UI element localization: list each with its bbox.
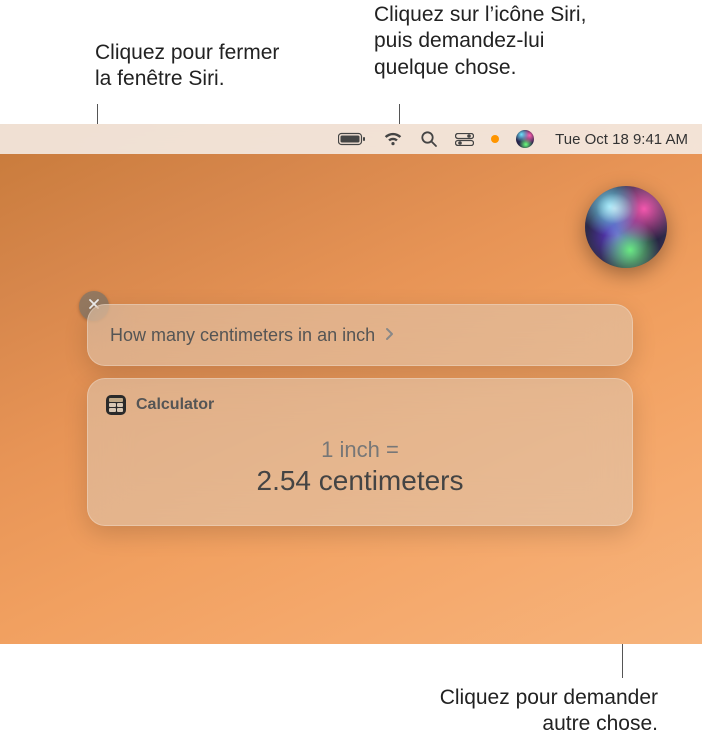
spotlight-icon[interactable]: [420, 130, 438, 148]
callout-ask-again-text: Cliquez pour demander autre chose.: [440, 685, 658, 738]
wifi-icon[interactable]: [383, 132, 403, 147]
conversion-result: 1 inch = 2.54 centimeters: [106, 437, 614, 497]
conversion-to: 2.54 centimeters: [106, 465, 614, 497]
chevron-right-icon: [385, 325, 394, 346]
callout-close-text: Cliquez pour fermer la fenêtre Siri.: [95, 40, 279, 93]
calculator-icon: [106, 395, 126, 415]
menubar-datetime[interactable]: Tue Oct 18 9:41 AM: [551, 131, 688, 148]
callout-siri-icon-text: Cliquez sur l’icône Siri, puis demandez-…: [374, 2, 586, 81]
desktop-wallpaper: Tue Oct 18 9:41 AM How many centimeters …: [0, 124, 702, 644]
control-center-icon[interactable]: [455, 133, 474, 146]
siri-orb-button[interactable]: [585, 186, 667, 268]
siri-menubar-icon[interactable]: [516, 130, 534, 148]
siri-result-card: Calculator 1 inch = 2.54 centimeters: [87, 378, 633, 526]
siri-panel: How many centimeters in an inch Calculat…: [87, 304, 633, 526]
battery-icon[interactable]: [338, 132, 366, 146]
siri-query-text: How many centimeters in an inch: [110, 325, 375, 346]
result-header: Calculator: [106, 395, 614, 415]
siri-query-card[interactable]: How many centimeters in an inch: [87, 304, 633, 366]
menubar: Tue Oct 18 9:41 AM: [0, 124, 702, 154]
conversion-from: 1 inch =: [106, 437, 614, 463]
status-dot-icon: [491, 135, 499, 143]
result-app-name: Calculator: [136, 396, 214, 414]
